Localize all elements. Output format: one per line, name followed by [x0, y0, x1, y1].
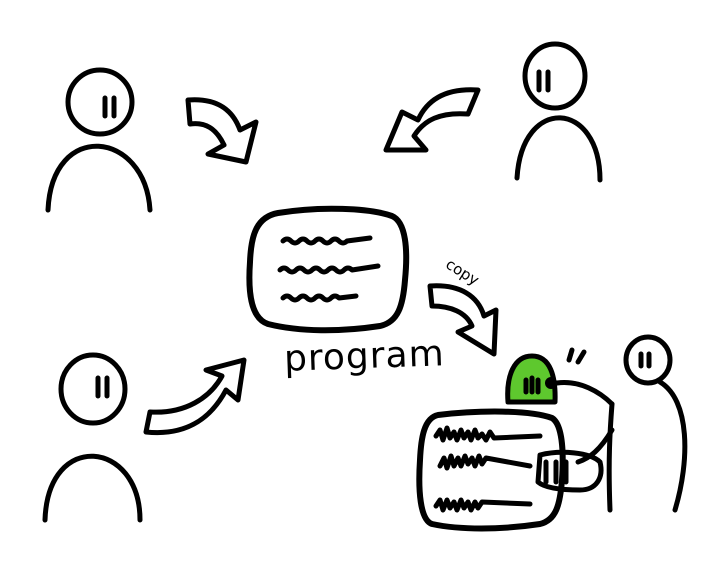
- program-document-icon: [246, 205, 410, 334]
- person-bottom-left-icon: [42, 352, 143, 523]
- diagram-canvas: program copy: [0, 0, 716, 561]
- diagram-drawing: [42, 41, 688, 532]
- arrow-bottom-left-icon: [143, 357, 247, 436]
- copier-person-icon: [505, 334, 688, 513]
- arrow-top-right-icon: [383, 87, 481, 153]
- arrow-top-left-icon: [185, 97, 259, 165]
- program-label: program: [283, 333, 446, 380]
- person-top-right-icon: [514, 41, 603, 183]
- person-top-left-icon: [45, 67, 153, 213]
